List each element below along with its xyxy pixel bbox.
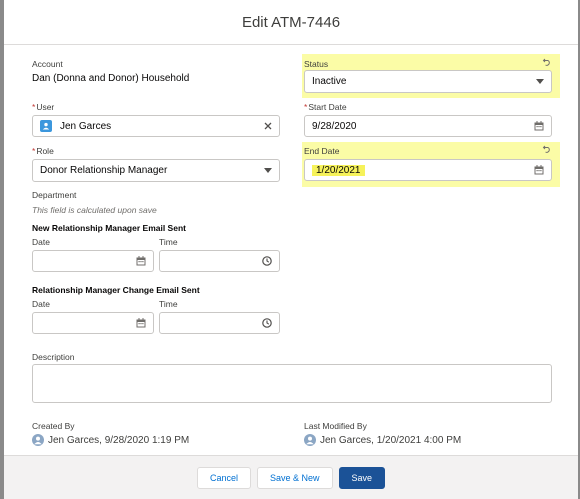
- rm-change-time-input[interactable]: [159, 312, 280, 334]
- save-button[interactable]: Save: [338, 466, 386, 489]
- rm-change-time-label: Time: [159, 299, 178, 309]
- created-by-value[interactable]: Jen Garces, 9/28/2020 1:19 PM: [48, 435, 189, 446]
- created-by-line: Jen Garces, 9/28/2020 1:19 PM: [32, 434, 189, 446]
- status-value: Inactive: [312, 76, 347, 87]
- undo-icon[interactable]: [542, 144, 552, 154]
- new-rm-date-input[interactable]: [32, 250, 154, 272]
- department-hint: This field is calculated upon save: [32, 205, 157, 215]
- close-icon[interactable]: [264, 122, 272, 130]
- description-textarea[interactable]: [32, 364, 552, 403]
- undo-icon[interactable]: [542, 57, 552, 67]
- chevron-down-icon: [536, 78, 544, 85]
- account-label: Account: [32, 59, 63, 69]
- rm-change-email-title: Relationship Manager Change Email Sent: [32, 285, 200, 295]
- avatar-icon: [304, 434, 316, 446]
- modal-footer: Cancel Save & New Save: [4, 455, 578, 499]
- department-label: Department: [32, 190, 77, 200]
- end-date-value: 1/20/2021: [312, 164, 365, 176]
- modal-body: Account Dan (Donna and Donor) Household …: [4, 45, 578, 455]
- new-rm-date-label: Date: [32, 237, 50, 247]
- start-date-label: *Start Date: [304, 102, 347, 112]
- account-value[interactable]: Dan (Donna and Donor) Household: [32, 73, 189, 84]
- status-select[interactable]: Inactive: [304, 70, 552, 93]
- clock-icon[interactable]: [262, 318, 272, 328]
- created-by-label: Created By: [32, 421, 75, 431]
- status-label: Status: [304, 59, 329, 69]
- role-label: *Role: [32, 146, 54, 156]
- last-modified-value[interactable]: Jen Garces, 1/20/2021 4:00 PM: [320, 435, 461, 446]
- cancel-button[interactable]: Cancel: [196, 466, 251, 489]
- last-modified-label: Last Modified By: [304, 421, 367, 431]
- role-select[interactable]: Donor Relationship Manager: [32, 159, 280, 182]
- modal-header: Edit ATM-7446: [4, 0, 578, 45]
- end-date-label: End Date: [304, 146, 340, 156]
- rm-change-date-label: Date: [32, 299, 50, 309]
- save-and-new-button[interactable]: Save & New: [256, 466, 333, 489]
- user-label: *User: [32, 102, 55, 112]
- user-lookup[interactable]: Jen Garces: [32, 115, 280, 137]
- calendar-icon[interactable]: [136, 256, 146, 266]
- last-modified-line: Jen Garces, 1/20/2021 4:00 PM: [304, 434, 461, 446]
- chevron-down-icon: [264, 167, 272, 174]
- new-rm-time-input[interactable]: [159, 250, 280, 272]
- new-rm-time-label: Time: [159, 237, 178, 247]
- edit-modal: Edit ATM-7446 Account Dan (Donna and Don…: [4, 0, 578, 499]
- modal-title: Edit ATM-7446: [241, 13, 341, 31]
- avatar-icon: [32, 434, 44, 446]
- end-date-input[interactable]: 1/20/2021: [304, 159, 552, 181]
- start-date-input[interactable]: 9/28/2020: [304, 115, 552, 137]
- calendar-icon[interactable]: [534, 121, 544, 131]
- role-value: Donor Relationship Manager: [40, 165, 168, 176]
- new-rm-email-title: New Relationship Manager Email Sent: [32, 223, 186, 233]
- description-label: Description: [32, 352, 75, 362]
- user-value: Jen Garces: [60, 120, 112, 132]
- start-date-value: 9/28/2020: [312, 120, 357, 132]
- clock-icon[interactable]: [262, 256, 272, 266]
- user-icon: [40, 120, 52, 132]
- calendar-icon[interactable]: [534, 165, 544, 175]
- calendar-icon[interactable]: [136, 318, 146, 328]
- rm-change-date-input[interactable]: [32, 312, 154, 334]
